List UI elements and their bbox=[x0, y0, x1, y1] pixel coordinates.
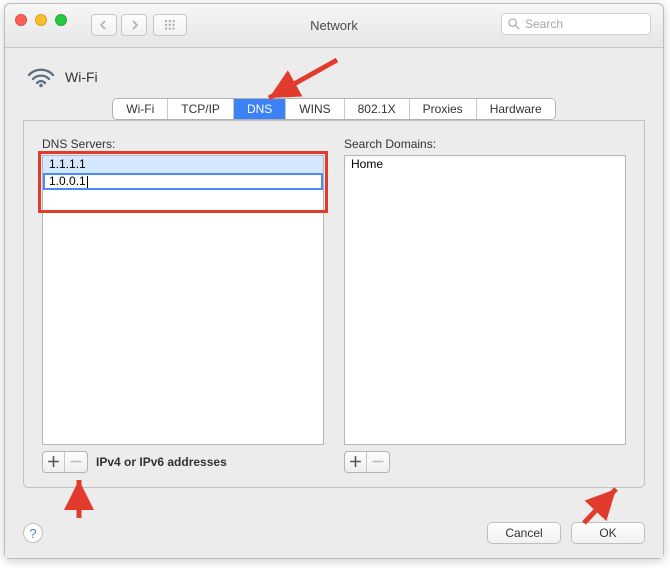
dns-servers-label: DNS Servers: bbox=[42, 137, 324, 151]
window-controls bbox=[15, 14, 67, 26]
remove-domain-button[interactable]: － bbox=[367, 452, 389, 472]
zoom-window-button[interactable] bbox=[55, 14, 67, 26]
tab-bar: Wi-FiTCP/IPDNSWINS802.1XProxiesHardware bbox=[23, 98, 645, 120]
search-domains-column: Search Domains: Home ＋ － bbox=[344, 137, 626, 473]
dns-hint: IPv4 or IPv6 addresses bbox=[96, 455, 227, 469]
footer: ? Cancel OK bbox=[23, 522, 645, 544]
back-button[interactable] bbox=[91, 14, 117, 36]
search-domain-row[interactable]: Home bbox=[345, 156, 625, 173]
show-all-button[interactable] bbox=[153, 14, 187, 36]
add-domain-button[interactable]: ＋ bbox=[345, 452, 367, 472]
dns-server-row[interactable]: 1.1.1.1 bbox=[43, 156, 323, 173]
tab-wins[interactable]: WINS bbox=[286, 99, 344, 119]
search-field[interactable]: Search bbox=[501, 13, 651, 35]
tab-wifi[interactable]: Wi-Fi bbox=[113, 99, 168, 119]
tab-hardware[interactable]: Hardware bbox=[477, 99, 555, 119]
help-button[interactable]: ? bbox=[23, 523, 43, 543]
tab-8021x[interactable]: 802.1X bbox=[345, 99, 410, 119]
add-dns-button[interactable]: ＋ bbox=[43, 452, 65, 472]
tab-proxies[interactable]: Proxies bbox=[410, 99, 477, 119]
grid-icon bbox=[165, 20, 175, 30]
chevron-right-icon bbox=[129, 20, 139, 30]
network-preferences-window: Network Search Wi-Fi Wi-FiTCP/IPDNSWINS8… bbox=[4, 3, 664, 559]
dns-servers-column: DNS Servers: 1.1.1.11.0.0.1 ＋ － IPv4 or … bbox=[42, 137, 324, 473]
tab-dns[interactable]: DNS bbox=[234, 99, 286, 119]
window-body: Wi-Fi Wi-FiTCP/IPDNSWINS802.1XProxiesHar… bbox=[5, 48, 663, 558]
tab-tcpip[interactable]: TCP/IP bbox=[168, 99, 234, 119]
titlebar: Network Search bbox=[5, 4, 663, 48]
cancel-button[interactable]: Cancel bbox=[487, 522, 561, 544]
close-window-button[interactable] bbox=[15, 14, 27, 26]
remove-dns-button[interactable]: － bbox=[65, 452, 87, 472]
dns-server-row[interactable]: 1.0.0.1 bbox=[43, 173, 323, 190]
forward-button[interactable] bbox=[121, 14, 147, 36]
dns-servers-list[interactable]: 1.1.1.11.0.0.1 bbox=[42, 155, 324, 445]
dns-panel: DNS Servers: 1.1.1.11.0.0.1 ＋ － IPv4 or … bbox=[23, 120, 645, 488]
interface-header: Wi-Fi bbox=[27, 66, 641, 88]
search-icon bbox=[508, 18, 520, 30]
search-placeholder: Search bbox=[525, 17, 563, 31]
wifi-icon bbox=[27, 66, 55, 88]
minimize-window-button[interactable] bbox=[35, 14, 47, 26]
search-domains-label: Search Domains: bbox=[344, 137, 626, 151]
ok-button[interactable]: OK bbox=[571, 522, 645, 544]
chevron-left-icon bbox=[99, 20, 109, 30]
search-domains-list[interactable]: Home bbox=[344, 155, 626, 445]
interface-name: Wi-Fi bbox=[65, 69, 98, 85]
